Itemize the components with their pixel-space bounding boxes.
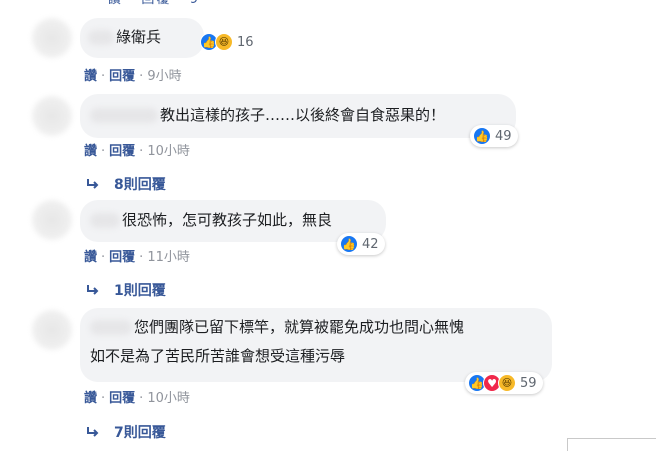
comment-actions: 讚 · 回覆 · 11小時 — [84, 250, 190, 265]
reaction-summary[interactable]: 👍 😆 16 — [196, 31, 260, 53]
like-button[interactable]: 讚 — [84, 391, 97, 406]
reply-button[interactable]: 回覆 — [109, 69, 135, 84]
reaction-summary[interactable]: 👍 ♥ 😆 59 — [465, 372, 543, 394]
haha-reaction-icon: 😆 — [498, 374, 516, 392]
comment-text: 很恐怖，怎可教孩子如此，無良 — [122, 211, 333, 229]
author-name-redacted[interactable] — [90, 320, 132, 335]
reply-arrow-icon — [87, 285, 99, 295]
cut-off-text: 讚 · 回覆 · 9 — [108, 0, 200, 6]
like-reaction-icon: 👍 — [473, 127, 491, 145]
timestamp[interactable]: 11小時 — [147, 250, 190, 265]
reaction-count: 59 — [520, 375, 537, 391]
timestamp[interactable]: 10小時 — [147, 144, 190, 159]
timestamp[interactable]: 9小時 — [147, 69, 181, 84]
reaction-summary[interactable]: 👍 42 — [337, 233, 385, 255]
like-button[interactable]: 讚 — [84, 144, 97, 159]
timestamp[interactable]: 10小時 — [147, 391, 190, 406]
previous-comment-actions: 讚 · 回覆 · 9 — [0, 0, 656, 6]
comment-text: 教出這樣的孩子……以後終會自食惡果的！ — [160, 106, 446, 124]
like-reaction-icon: 👍 — [340, 235, 358, 253]
comment-text-line-1: 您們團隊已留下標竿，就算被罷免成功也問心無愧 — [134, 318, 465, 336]
reply-arrow-icon — [87, 179, 99, 189]
reply-button[interactable]: 回覆 — [109, 144, 135, 159]
view-replies-link[interactable]: 8則回覆 — [86, 174, 166, 194]
comment-actions: 讚 · 回覆 · 10小時 — [84, 391, 190, 406]
reaction-count: 49 — [495, 128, 512, 144]
like-button[interactable]: 讚 — [84, 69, 97, 84]
avatar[interactable] — [30, 308, 74, 352]
comment-actions: 讚 · 回覆 · 9小時 — [84, 69, 182, 84]
replies-count-label: 8則回覆 — [114, 177, 166, 193]
comment-actions: 讚 · 回覆 · 10小時 — [84, 144, 190, 159]
replies-count-label: 1則回覆 — [114, 283, 166, 299]
author-name-redacted[interactable] — [90, 108, 158, 123]
view-replies-link[interactable]: 7則回覆 — [86, 422, 166, 442]
comment-bubble: 綠衛兵 — [80, 18, 204, 58]
comment-bubble: 教出這樣的孩子……以後終會自食惡果的！ — [80, 94, 516, 138]
comment-bubble: 您們團隊已留下標竿，就算被罷免成功也問心無愧 如不是為了苦民所苦誰會想受這種污辱 — [80, 308, 552, 382]
comment-text-line-2: 如不是為了苦民所苦誰會想受這種污辱 — [90, 347, 346, 365]
reply-arrow-icon — [87, 427, 99, 437]
avatar[interactable] — [30, 94, 74, 138]
avatar[interactable] — [30, 16, 74, 60]
reply-button[interactable]: 回覆 — [109, 250, 135, 265]
haha-reaction-icon: 😆 — [215, 33, 233, 51]
reaction-summary[interactable]: 👍 49 — [470, 125, 518, 147]
reaction-count: 42 — [362, 236, 379, 252]
like-button[interactable]: 讚 — [84, 250, 97, 265]
author-name-redacted[interactable] — [88, 30, 114, 45]
comment-text: 綠衛兵 — [116, 28, 162, 46]
reply-button[interactable]: 回覆 — [109, 391, 135, 406]
reaction-count: 16 — [237, 34, 254, 50]
avatar[interactable] — [30, 198, 74, 242]
view-replies-link[interactable]: 1則回覆 — [86, 280, 166, 300]
bottom-right-panel-edge — [567, 438, 656, 451]
author-name-redacted[interactable] — [90, 213, 120, 228]
replies-count-label: 7則回覆 — [114, 425, 166, 441]
